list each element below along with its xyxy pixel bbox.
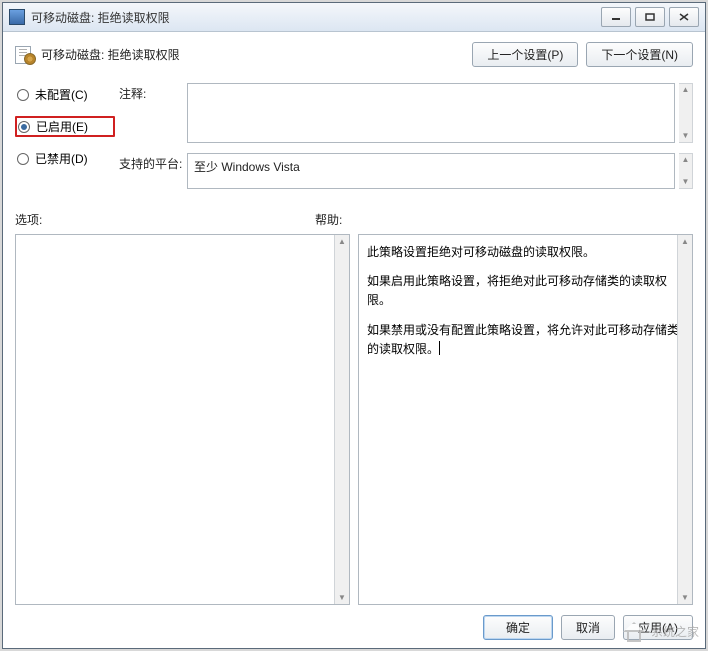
options-content [16,235,349,604]
nav-buttons: 上一个设置(P) 下一个设置(N) [472,42,693,67]
scroll-down-icon: ▼ [681,593,689,602]
scroll-down-icon: ▼ [338,593,346,602]
titlebar: 可移动磁盘: 拒绝读取权限 [3,3,705,32]
footer: 确定 取消 应用(A) [15,605,693,640]
radio-icon [18,121,30,133]
scroll-up-icon: ▲ [682,156,690,164]
radio-icon [17,89,29,101]
help-label: 帮助: [315,211,342,228]
help-pane[interactable]: 此策略设置拒绝对可移动磁盘的读取权限。 如果启用此策略设置，将拒绝对此可移动存储… [358,234,693,605]
platform-label: 支持的平台: [119,153,183,172]
options-pane[interactable]: ▲ ▼ [15,234,350,605]
comment-scrollbar[interactable]: ▲ ▼ [679,83,693,143]
radio-label: 已禁用(D) [35,150,88,167]
radio-not-configured[interactable]: 未配置(C) [15,85,115,104]
help-paragraph: 如果启用此策略设置，将拒绝对此可移动存储类的读取权限。 [367,272,682,310]
help-paragraph: 此策略设置拒绝对可移动磁盘的读取权限。 [367,243,682,262]
close-icon [679,13,689,21]
comment-label: 注释: [119,83,183,102]
scroll-up-icon: ▲ [682,86,690,94]
content-area: 可移动磁盘: 拒绝读取权限 上一个设置(P) 下一个设置(N) 未配置(C) 已… [3,32,705,648]
maximize-icon [645,13,655,21]
platform-textarea[interactable]: 至少 Windows Vista [187,153,675,189]
maximize-button[interactable] [635,7,665,27]
help-content: 此策略设置拒绝对可移动磁盘的读取权限。 如果启用此策略设置，将拒绝对此可移动存储… [359,235,692,604]
header-row: 可移动磁盘: 拒绝读取权限 上一个设置(P) 下一个设置(N) [15,42,693,67]
help-paragraph: 如果禁用或没有配置此策略设置，将允许对此可移动存储类的读取权限。 [367,321,682,359]
app-icon [9,9,25,25]
state-radio-group: 未配置(C) 已启用(E) 已禁用(D) [15,83,115,168]
radio-disabled[interactable]: 已禁用(D) [15,149,115,168]
platform-scrollbar[interactable]: ▲ ▼ [679,153,693,189]
cancel-button[interactable]: 取消 [561,615,615,640]
text-cursor [439,341,440,355]
next-setting-button[interactable]: 下一个设置(N) [586,42,693,67]
radio-label: 已启用(E) [36,118,88,135]
radio-label: 未配置(C) [35,86,88,103]
options-scrollbar[interactable]: ▲ ▼ [334,235,349,604]
options-label: 选项: [15,211,315,228]
policy-icon [15,46,35,64]
help-scrollbar[interactable]: ▲ ▼ [677,235,692,604]
close-button[interactable] [669,7,699,27]
dialog-window: 可移动磁盘: 拒绝读取权限 可移动磁盘: 拒绝读取权限 上一个设置(P) 下一个… [2,2,706,649]
window-title: 可移动磁盘: 拒绝读取权限 [31,9,597,26]
lower-labels: 选项: 帮助: [15,211,693,228]
prev-setting-button[interactable]: 上一个设置(P) [472,42,578,67]
scroll-down-icon: ▼ [682,178,690,186]
scroll-down-icon: ▼ [682,132,690,140]
minimize-icon [611,13,621,21]
panes: ▲ ▼ 此策略设置拒绝对可移动磁盘的读取权限。 如果启用此策略设置，将拒绝对此可… [15,234,693,605]
scroll-up-icon: ▲ [338,237,346,246]
apply-button[interactable]: 应用(A) [623,615,693,640]
policy-title: 可移动磁盘: 拒绝读取权限 [41,46,472,63]
minimize-button[interactable] [601,7,631,27]
ok-button[interactable]: 确定 [483,615,553,640]
scroll-up-icon: ▲ [681,237,689,246]
comment-textarea[interactable] [187,83,675,143]
config-grid: 未配置(C) 已启用(E) 已禁用(D) 注释: ▲ ▼ 支持的平台: 至少 W… [15,83,693,189]
radio-enabled[interactable]: 已启用(E) [15,116,115,137]
radio-icon [17,153,29,165]
